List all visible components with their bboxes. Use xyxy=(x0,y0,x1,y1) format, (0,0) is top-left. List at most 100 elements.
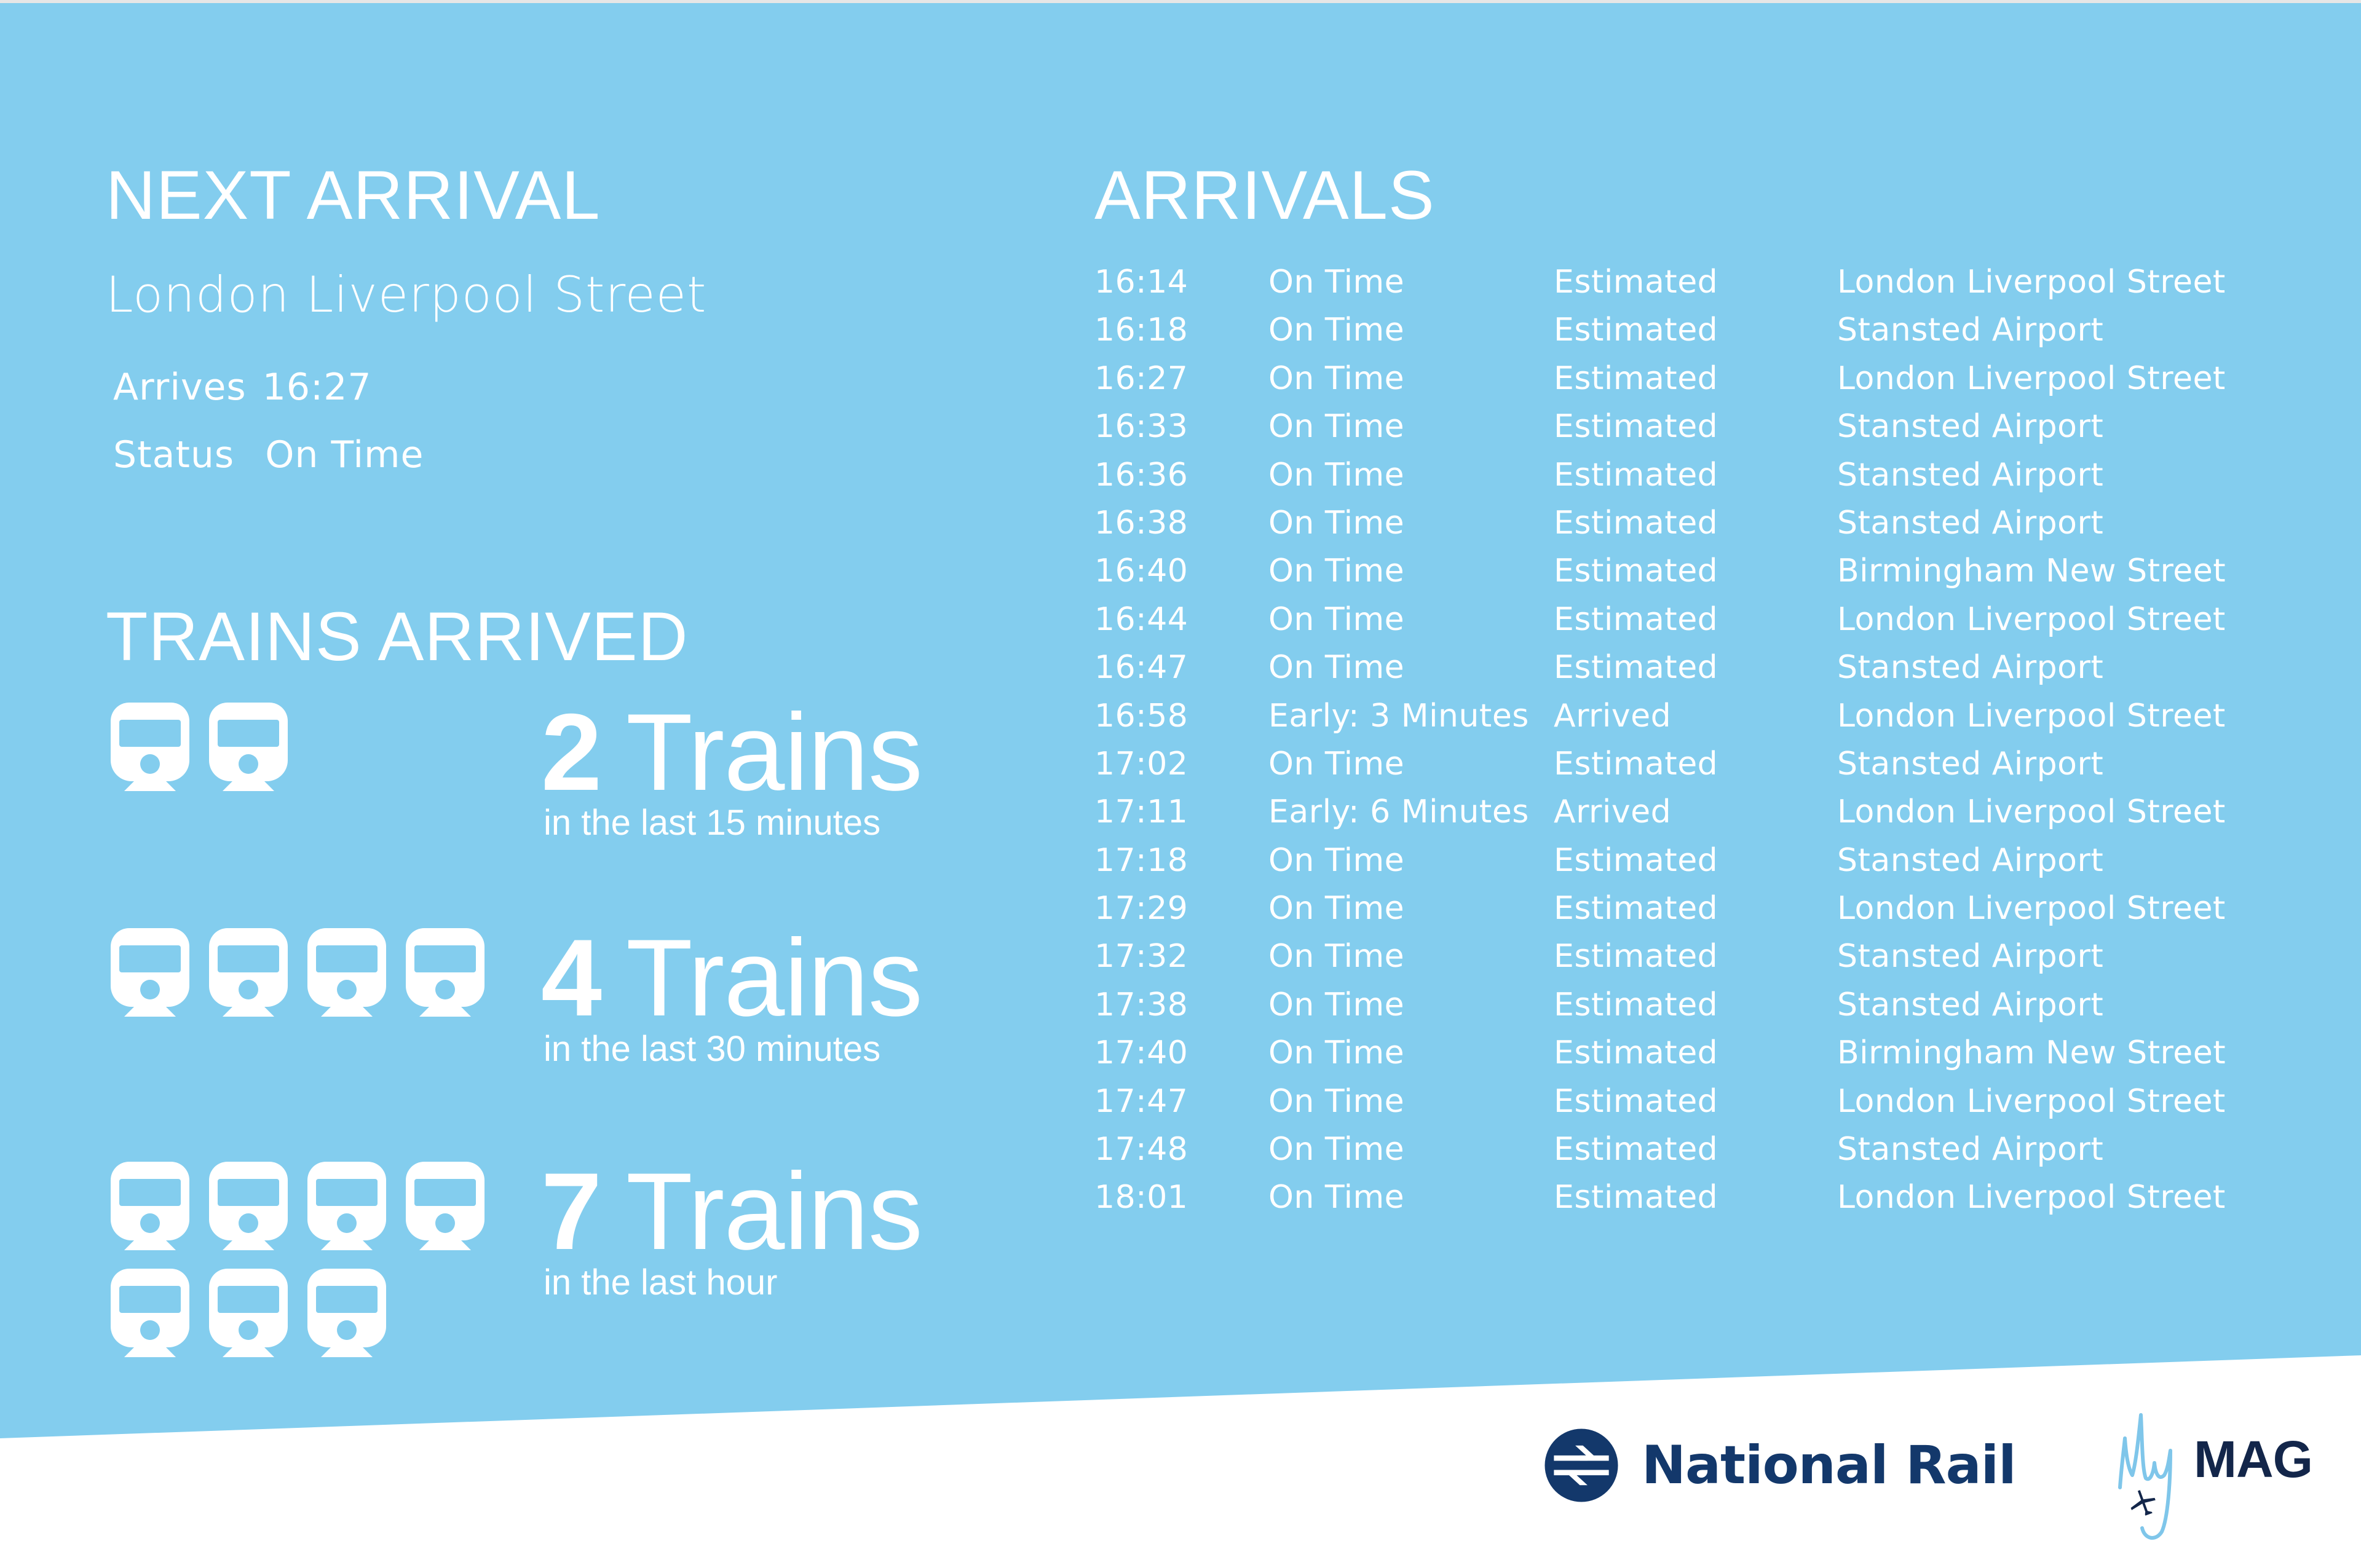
arrival-destination: Stansted Airport xyxy=(1837,312,2104,349)
arrival-state: Arrived xyxy=(1554,794,1672,831)
arrival-time: 16:14 xyxy=(1094,264,1188,301)
arrives-value: 16:27 xyxy=(262,366,372,409)
arrival-state: Estimated xyxy=(1554,264,1718,301)
arrival-status: Early: 3 Minutes xyxy=(1268,697,1529,735)
train-icon xyxy=(111,703,189,791)
next-arrival-destination: London Liverpool Street xyxy=(106,266,707,323)
arrival-destination: Stansted Airport xyxy=(1837,938,2104,975)
arrival-status: On Time xyxy=(1268,456,1405,494)
train-count-unit: Trains xyxy=(626,691,923,813)
train-icon xyxy=(111,928,189,1017)
arrival-time: 17:48 xyxy=(1094,1131,1188,1168)
train-count-period-3: in the last hour xyxy=(544,1263,778,1302)
train-icon xyxy=(307,1162,386,1250)
train-count-3: 7 Trains xyxy=(541,1157,923,1266)
train-icon xyxy=(209,1269,288,1357)
train-icon xyxy=(307,1269,386,1357)
arrival-time: 17:18 xyxy=(1094,841,1188,879)
arrival-status: On Time xyxy=(1268,360,1405,397)
arrival-state: Estimated xyxy=(1554,1034,1718,1072)
arrival-destination: London Liverpool Street xyxy=(1837,1179,2226,1216)
arrival-state: Estimated xyxy=(1554,601,1718,638)
arrival-time: 16:38 xyxy=(1094,504,1188,542)
mymag-logo: My MAG xyxy=(2115,1401,2336,1549)
trains-arrived-heading: TRAINS ARRIVED xyxy=(106,598,689,675)
arrival-status: On Time xyxy=(1268,745,1405,782)
arrival-state: Estimated xyxy=(1554,408,1718,446)
arrival-status: On Time xyxy=(1268,1131,1405,1168)
arrival-state: Estimated xyxy=(1554,986,1718,1023)
arrival-status: On Time xyxy=(1268,649,1405,687)
train-count-number: 4 xyxy=(541,916,602,1039)
arrival-time: 16:40 xyxy=(1094,553,1188,590)
arrival-status: On Time xyxy=(1268,938,1405,975)
arrival-state: Estimated xyxy=(1554,938,1718,975)
double-arrow-icon xyxy=(1544,1428,1618,1502)
arrivals-heading: ARRIVALS xyxy=(1094,157,1435,234)
arrival-state: Estimated xyxy=(1554,553,1718,590)
arrival-destination: Stansted Airport xyxy=(1837,504,2104,542)
national-rail-wordmark: National Rail xyxy=(1642,1435,2017,1496)
train-count-period-2: in the last 30 minutes xyxy=(544,1029,881,1069)
arrival-destination: London Liverpool Street xyxy=(1837,360,2226,397)
arrival-state: Estimated xyxy=(1554,456,1718,494)
train-icon xyxy=(209,928,288,1017)
arrival-time: 18:01 xyxy=(1094,1179,1188,1216)
next-arrival-heading: NEXT ARRIVAL xyxy=(106,157,601,234)
arrival-time: 16:58 xyxy=(1094,697,1188,735)
arrival-destination: Stansted Airport xyxy=(1837,745,2104,782)
arrival-state: Estimated xyxy=(1554,312,1718,349)
arrival-time: 17:11 xyxy=(1094,794,1188,831)
arrival-destination: Birmingham New Street xyxy=(1837,1034,2226,1072)
train-icon xyxy=(406,928,484,1017)
train-icon xyxy=(111,1162,189,1250)
arrival-time: 16:36 xyxy=(1094,456,1188,494)
arrival-time: 16:44 xyxy=(1094,601,1188,638)
arrival-destination: Stansted Airport xyxy=(1837,841,2104,879)
arrival-status: On Time xyxy=(1268,841,1405,879)
arrival-destination: London Liverpool Street xyxy=(1837,794,2226,831)
train-icons-group-2 xyxy=(111,928,504,1017)
arrival-time: 17:40 xyxy=(1094,1034,1188,1072)
arrival-status: On Time xyxy=(1268,504,1405,542)
train-count-unit: Trains xyxy=(626,916,923,1039)
arrival-time: 16:47 xyxy=(1094,649,1188,687)
arrival-state: Estimated xyxy=(1554,649,1718,687)
arrival-destination: Stansted Airport xyxy=(1837,986,2104,1023)
arrival-destination: London Liverpool Street xyxy=(1837,697,2226,735)
train-count-number: 2 xyxy=(541,691,602,813)
arrival-state: Estimated xyxy=(1554,1179,1718,1216)
status-label: Status xyxy=(113,433,235,476)
arrival-destination: London Liverpool Street xyxy=(1837,264,2226,301)
train-icons-group-3 xyxy=(111,1162,504,1357)
status-value: On Time xyxy=(265,433,424,476)
arrival-time: 17:02 xyxy=(1094,745,1188,782)
arrival-destination: Stansted Airport xyxy=(1837,456,2104,494)
arrival-state: Estimated xyxy=(1554,890,1718,928)
top-strip xyxy=(0,0,2361,3)
next-arrival-arrives: Arrives 16:27 xyxy=(113,369,372,406)
arrival-time: 16:33 xyxy=(1094,408,1188,446)
arrival-state: Arrived xyxy=(1554,697,1672,735)
train-icon xyxy=(209,1162,288,1250)
arrival-destination: Stansted Airport xyxy=(1837,1131,2104,1168)
arrival-time: 16:27 xyxy=(1094,360,1188,397)
train-icon xyxy=(406,1162,484,1250)
arrival-destination: Birmingham New Street xyxy=(1837,553,2226,590)
arrival-status: On Time xyxy=(1268,553,1405,590)
arrival-destination: Stansted Airport xyxy=(1837,649,2104,687)
arrival-state: Estimated xyxy=(1554,1131,1718,1168)
arrival-state: Estimated xyxy=(1554,360,1718,397)
arrival-status: On Time xyxy=(1268,312,1405,349)
airplane-icon xyxy=(2130,1490,2156,1516)
arrival-destination: Stansted Airport xyxy=(1837,408,2104,446)
arrival-state: Estimated xyxy=(1554,1082,1718,1120)
arrival-state: Estimated xyxy=(1554,841,1718,879)
arrival-status: On Time xyxy=(1268,264,1405,301)
arrival-status: On Time xyxy=(1268,408,1405,446)
next-arrival-status: Status On Time xyxy=(113,436,424,473)
train-count-2: 4 Trains xyxy=(541,923,923,1033)
arrival-destination: London Liverpool Street xyxy=(1837,890,2226,928)
arrival-status: On Time xyxy=(1268,986,1405,1023)
arrival-destination: London Liverpool Street xyxy=(1837,601,2226,638)
